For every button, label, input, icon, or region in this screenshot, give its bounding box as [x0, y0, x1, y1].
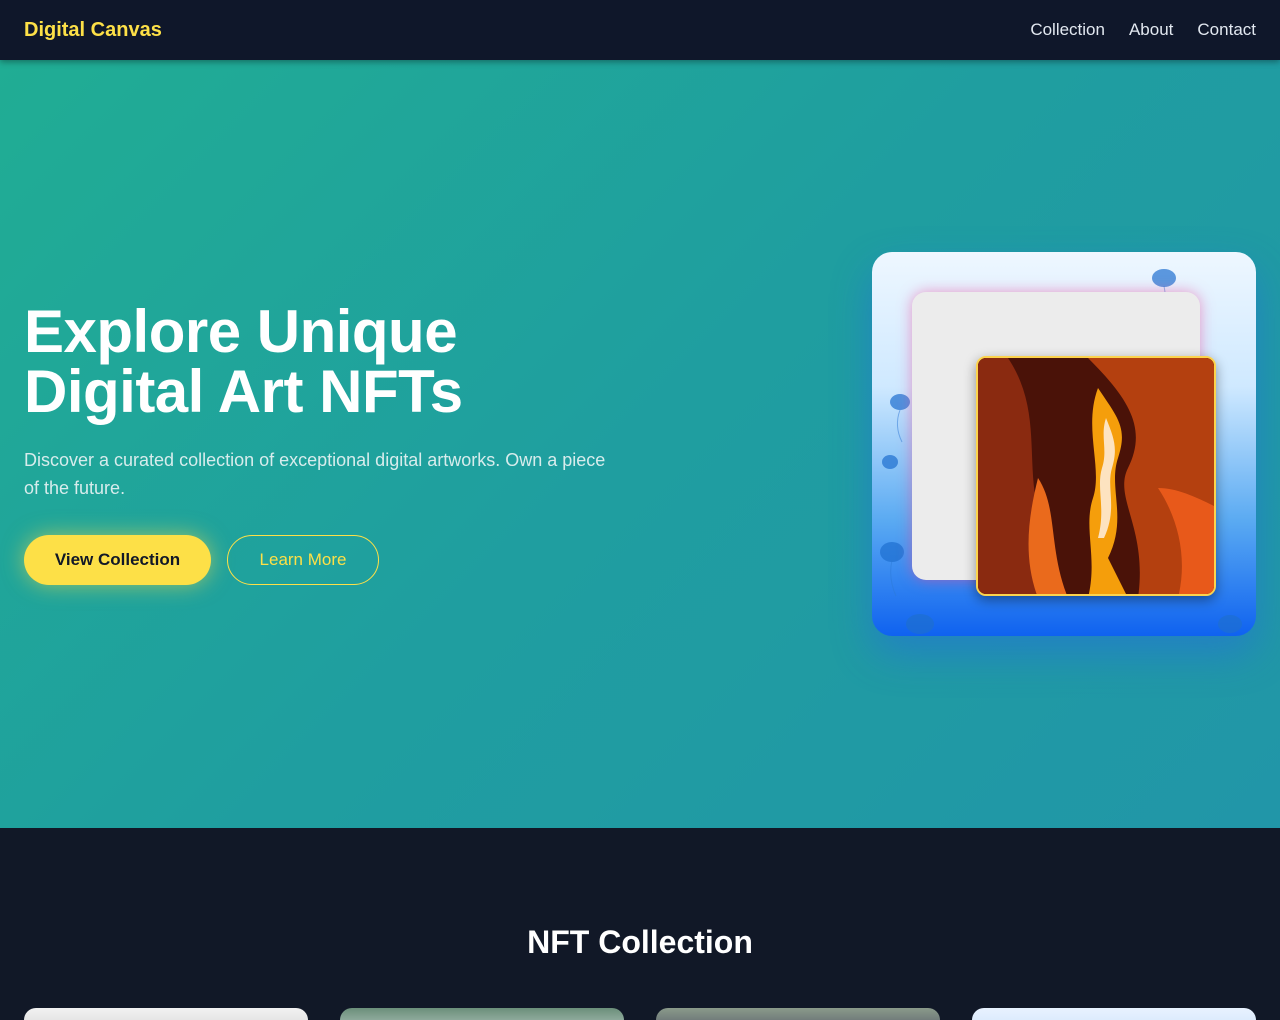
canyon-artwork-image[interactable] — [976, 356, 1216, 596]
nft-card-2[interactable] — [340, 1008, 624, 1020]
hero-title: Explore Unique Digital Art NFTs — [24, 302, 644, 422]
nft-card-1[interactable] — [24, 1008, 308, 1020]
hero-section: Explore Unique Digital Art NFTs Discover… — [0, 60, 1280, 828]
hero-artwork — [872, 252, 1256, 636]
hero-subtitle: Discover a curated collection of excepti… — [24, 450, 606, 498]
top-navbar: Digital Canvas Collection About Contact — [0, 0, 1280, 60]
nav-link-about[interactable]: About — [1129, 20, 1173, 40]
nav-link-collection[interactable]: Collection — [1030, 20, 1105, 40]
hero-title-line-1: Explore Unique — [24, 298, 458, 365]
collection-section: NFT Collection — [0, 828, 1280, 1020]
collection-title: NFT Collection — [527, 924, 753, 960]
site-logo[interactable]: Digital Canvas — [24, 19, 162, 42]
view-collection-button[interactable]: View Collection — [24, 535, 211, 585]
nav-links: Collection About Contact — [1030, 20, 1256, 40]
learn-more-button[interactable]: Learn More — [227, 535, 379, 585]
nav-link-contact[interactable]: Contact — [1197, 20, 1256, 40]
hero-title-line-2: Digital Art NFTs — [24, 358, 463, 425]
nft-card-3[interactable] — [656, 1008, 940, 1020]
nft-card-4[interactable] — [972, 1008, 1256, 1020]
canyon-image-graphic — [978, 358, 1214, 594]
